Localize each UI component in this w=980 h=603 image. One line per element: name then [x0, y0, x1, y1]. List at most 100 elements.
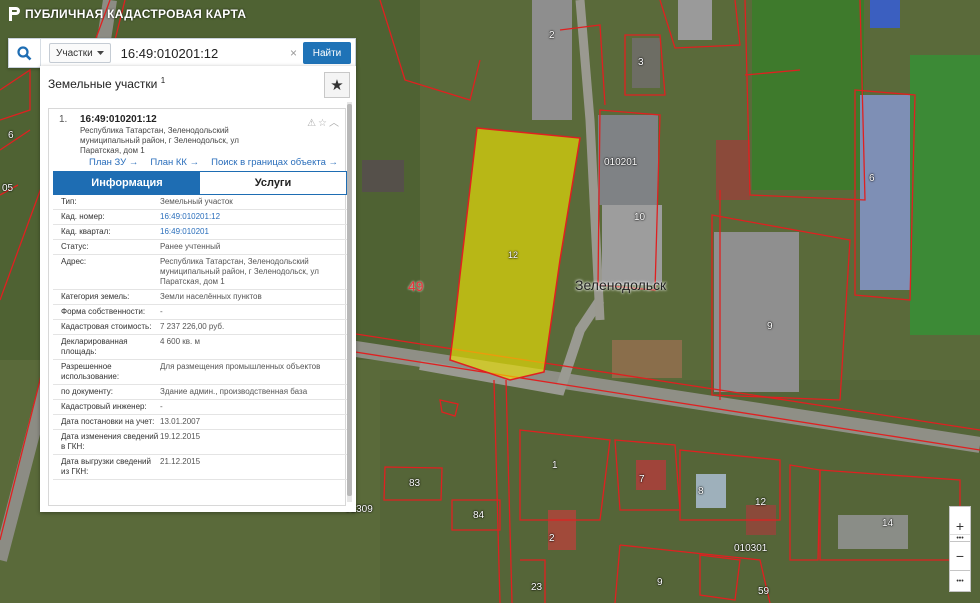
property-key: Декларированная площадь: [61, 337, 128, 356]
parcel-label: 2 [549, 533, 555, 544]
parcel-label: 84 [473, 510, 485, 521]
result-cad-number[interactable]: 16:49:010201:12 [80, 114, 157, 125]
zoom-in-button[interactable]: + [956, 518, 964, 534]
rosreestr-logo-icon [9, 7, 20, 21]
panel-scrollbar[interactable] [347, 102, 352, 502]
scrollbar-thumb[interactable] [347, 104, 352, 496]
zoom-out-control: − [949, 541, 971, 571]
zoom-out-button[interactable]: − [956, 548, 964, 564]
panel-title-text: Земельные участки [48, 77, 158, 91]
quarter-49-label: 49 [408, 278, 424, 294]
tab-services[interactable]: Услуги [200, 172, 346, 194]
property-value: 7 237 226,00 руб. [160, 322, 225, 331]
parcel-label: 8 [698, 486, 704, 497]
parcel-label: 14 [882, 518, 894, 529]
properties-table: Тип: Земельный участок Кад. номер: 16:49:01… [53, 195, 347, 480]
more-icon: ••• [956, 577, 964, 585]
property-key: Кад. квартал: [61, 227, 111, 236]
result-number: 1. [59, 114, 68, 125]
property-value: - [160, 307, 163, 316]
property-row: Дата выгрузки сведений из ГКН: 21.12.2015 [53, 455, 347, 480]
parcel-label: 23 [531, 582, 543, 593]
property-value: 21.12.2015 [160, 457, 201, 466]
property-key: Кадастровая стоимость: [61, 322, 152, 331]
property-key: Статус: [61, 242, 89, 251]
parcel-label: 2 [549, 30, 555, 41]
property-row: Кадастровый инженер: - [53, 400, 347, 415]
property-value: Республика Татарстан, Зеленодольский мун… [160, 257, 319, 286]
parcel-label: 9 [767, 321, 773, 332]
app-title: ПУБЛИЧНАЯ КАДАСТРОВАЯ КАРТА [8, 7, 246, 21]
object-type-select[interactable]: Участки [49, 43, 111, 63]
parcel-label: 3 [638, 57, 644, 68]
result-actions: ⚠☆︿ [307, 114, 341, 129]
tab-information[interactable]: Информация [54, 172, 200, 194]
parcel-label: 05 [2, 183, 14, 194]
quarter-label: 010201 [604, 157, 638, 168]
collapse-icon[interactable]: ︿ [329, 118, 341, 129]
property-key: Адрес: [61, 257, 87, 266]
parcel-label: 10 [634, 212, 646, 223]
result-address: Республика Татарстан, Зеленодольский мун… [80, 126, 239, 155]
property-key: Разрешенное использование: [61, 362, 120, 381]
property-key: Дата изменения сведений в ГКН: [61, 432, 159, 451]
more-tools-button[interactable]: ••• [949, 570, 971, 592]
search-in-bounds-link[interactable]: Поиск в границах объекта → [211, 157, 338, 168]
property-value: Для размещения промышленных объектов [160, 362, 321, 371]
search-bar: Участки 16:49:010201:12 × Найти [8, 38, 356, 68]
result-links: План ЗУ → План КК → Поиск в границах объ… [89, 157, 338, 168]
favorite-button[interactable]: ★ [324, 72, 350, 98]
parcel-label: 6 [8, 130, 14, 141]
parcel-label: 83 [409, 478, 421, 489]
clear-icon[interactable]: × [290, 46, 297, 60]
property-value: Здание админ., производственная база [160, 387, 308, 396]
star-outline-icon[interactable]: ☆ [318, 118, 329, 129]
search-icon[interactable] [9, 39, 41, 67]
quarter-label: 010301 [734, 543, 768, 554]
property-value: 19.12.2015 [160, 432, 201, 441]
property-row: Форма собственности: - [53, 305, 347, 320]
star-icon: ★ [330, 77, 344, 94]
property-value[interactable]: 16:49:010201:12 [160, 212, 347, 222]
warning-icon[interactable]: ⚠ [307, 118, 318, 129]
property-row: по документу: Здание админ., производстве… [53, 385, 347, 400]
property-row: Статус: Ранее учтенный [53, 240, 347, 255]
parcel-label: 1 [552, 460, 558, 471]
chevron-down-icon [96, 50, 104, 55]
property-value: 4 600 кв. м [160, 337, 200, 346]
plan-kk-link[interactable]: План КК → [150, 157, 199, 168]
info-tabs: Информация Услуги [53, 171, 347, 195]
property-key: Тип: [61, 197, 77, 206]
property-key: Кадастровый инженер: [61, 402, 147, 411]
parcel-label: 7 [639, 474, 645, 485]
property-value: - [160, 402, 163, 411]
results-count: 1 [160, 76, 166, 85]
result-item[interactable]: 1. 16:49:010201:12 Республика Татарстан,… [48, 108, 347, 506]
panel-title: Земельные участки 1 [48, 76, 165, 91]
property-row: Тип: Земельный участок [53, 195, 347, 210]
property-value: Земельный участок [160, 197, 233, 206]
property-key: по документу: [61, 387, 113, 396]
property-row: Кад. квартал: 16:49:010201 [53, 225, 347, 240]
object-type-label: Участки [56, 47, 93, 59]
property-key: Дата выгрузки сведений из ГКН: [61, 457, 151, 476]
property-row: Дата постановки на учет: 13.01.2007 [53, 415, 347, 430]
property-key: Дата постановки на учет: [61, 417, 155, 426]
property-row: Дата изменения сведений в ГКН: 19.12.2015 [53, 430, 347, 455]
property-row: Категория земель: Земли населённых пункто… [53, 290, 347, 305]
parcel-label: 9 [657, 577, 663, 588]
property-key: Категория земель: [61, 292, 130, 301]
parcel-label: 59 [758, 586, 770, 597]
property-row: Адрес: Республика Татарстан, Зеленодольск… [53, 255, 347, 290]
property-value[interactable]: 16:49:010201 [160, 227, 347, 237]
property-row: Кадастровая стоимость: 7 237 226,00 руб. [53, 320, 347, 335]
search-input[interactable]: 16:49:010201:12 [121, 46, 290, 61]
find-button[interactable]: Найти [303, 42, 351, 64]
results-panel: Земельные участки 1 ★ 1. 16:49:010201:12… [40, 66, 356, 512]
selected-parcel-label: 12 [508, 250, 519, 260]
plan-zu-link[interactable]: План ЗУ → [89, 157, 138, 168]
property-key: Кад. номер: [61, 212, 105, 221]
city-label: Зеленодольск [575, 277, 667, 293]
property-row: Разрешенное использование: Для размещения… [53, 360, 347, 385]
parcel-label: 6 [869, 173, 875, 184]
